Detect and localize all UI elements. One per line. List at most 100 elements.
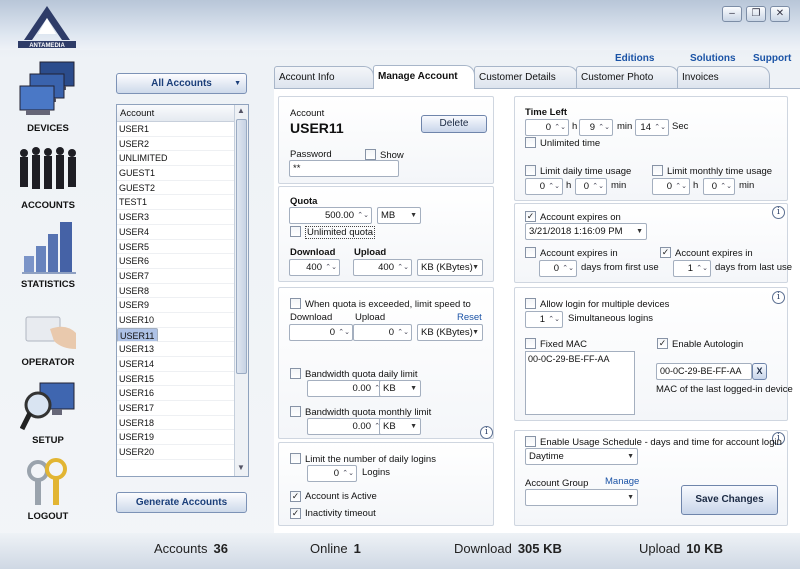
expires-on-checkbox[interactable]: ✓	[525, 211, 536, 222]
nav-setup[interactable]: SETUP	[8, 375, 88, 450]
expiry-date-picker[interactable]: 3/21/2018 1:16:09 PM ▼	[525, 223, 647, 240]
account-list-row[interactable]: USER11	[117, 327, 159, 343]
nav-logout[interactable]: LOGOUT	[8, 455, 88, 527]
nav-devices[interactable]: DEVICES	[8, 60, 88, 135]
fixed-mac-checkbox[interactable]	[525, 338, 536, 349]
tab-account-info[interactable]: Account Info	[274, 66, 374, 88]
stepper-icon[interactable]: ⌃⌄	[548, 312, 560, 327]
info-icon[interactable]: i	[772, 291, 785, 304]
unlimited-quota-checkbox[interactable]	[290, 226, 301, 237]
account-list[interactable]: Account USER1 USER2 UNLIMITED GUEST1 GUEST2 T…	[116, 104, 249, 477]
account-list-row[interactable]: USER8	[117, 284, 248, 299]
minutes-stepper[interactable]: 9 ⌃⌄	[579, 119, 613, 136]
stepper-icon[interactable]: ⌃⌄	[720, 179, 732, 194]
limit-unit-select[interactable]: KB (KBytes) ▼	[417, 324, 483, 341]
account-list-row[interactable]: USER9	[117, 298, 248, 313]
account-group-select[interactable]: ▼	[525, 489, 638, 506]
account-list-row[interactable]: USER3	[117, 210, 248, 225]
account-list-row[interactable]: USER15	[117, 372, 248, 387]
account-list-row[interactable]: USER2	[117, 137, 248, 152]
monthly-hours-stepper[interactable]: 0 ⌃⌄	[652, 178, 690, 195]
minimize-button[interactable]: –	[722, 6, 742, 22]
account-list-row[interactable]: USER7	[117, 269, 248, 284]
inactivity-timeout-checkbox[interactable]: ✓	[290, 508, 301, 519]
account-list-row[interactable]: USER4	[117, 225, 248, 240]
account-list-row[interactable]: USER10	[117, 313, 248, 328]
reset-link[interactable]: Reset	[457, 312, 482, 323]
account-list-row[interactable]: USER1	[117, 122, 248, 137]
daily-hours-stepper[interactable]: 0 ⌃⌄	[525, 178, 563, 195]
manage-link[interactable]: Manage	[605, 476, 639, 487]
expires-first-use-checkbox[interactable]	[525, 247, 536, 258]
account-list-row[interactable]: TEST1	[117, 195, 248, 211]
info-icon[interactable]: i	[480, 426, 493, 439]
autologin-checkbox[interactable]: ✓	[657, 338, 668, 349]
quota-value-stepper[interactable]: 500.00 ⌃⌄	[289, 207, 372, 224]
nav-accounts[interactable]: ACCOUNTS	[8, 145, 88, 215]
unlimited-time-checkbox[interactable]	[525, 137, 536, 148]
stepper-icon[interactable]: ⌃⌄	[342, 466, 354, 481]
monthly-time-checkbox[interactable]	[652, 165, 663, 176]
support-link[interactable]: Support	[753, 53, 791, 64]
mac-list[interactable]: 00-0C-29-BE-FF-AA	[525, 351, 635, 415]
last-use-days-stepper[interactable]: 1 ⌃⌄	[673, 260, 711, 277]
bw-monthly-stepper[interactable]: 0.00⌃⌄	[307, 418, 389, 435]
stepper-icon[interactable]: ⌃⌄	[562, 261, 574, 276]
accounts-filter-dropdown[interactable]: All Accounts ▼	[116, 73, 247, 94]
last-mac-field[interactable]: 00-0C-29-BE-FF-AA	[656, 363, 752, 380]
account-list-row[interactable]: USER16	[117, 386, 248, 402]
stepper-icon[interactable]: ⌃⌄	[397, 260, 409, 275]
account-list-row[interactable]: USER17	[117, 401, 248, 416]
account-list-row[interactable]: USER19	[117, 430, 248, 446]
bw-daily-unit-select[interactable]: KB ▼	[379, 380, 421, 397]
account-list-row[interactable]: USER18	[117, 416, 248, 431]
daily-minutes-stepper[interactable]: 0 ⌃⌄	[575, 178, 607, 195]
limit-logins-checkbox[interactable]	[290, 453, 301, 464]
tab-invoices[interactable]: Invoices	[677, 66, 770, 88]
stepper-icon[interactable]: ⌃⌄	[325, 260, 337, 275]
save-changes-button[interactable]: Save Changes	[681, 485, 778, 515]
simultaneous-stepper[interactable]: 1 ⌃⌄	[525, 311, 563, 328]
usage-schedule-checkbox[interactable]	[525, 436, 536, 447]
daily-time-checkbox[interactable]	[525, 165, 536, 176]
scroll-thumb[interactable]	[236, 119, 247, 374]
account-list-scrollbar[interactable]: ▲ ▼	[234, 105, 248, 476]
bw-daily-stepper[interactable]: 0.00⌃⌄	[307, 380, 389, 397]
account-list-header[interactable]: Account	[117, 105, 248, 122]
tab-customer-details[interactable]: Customer Details	[474, 66, 578, 88]
seconds-stepper[interactable]: 14 ⌃⌄	[635, 119, 669, 136]
nav-statistics[interactable]: STATISTICS	[8, 218, 88, 293]
nav-operator[interactable]: OPERATOR	[8, 305, 88, 370]
mac-list-item[interactable]: 00-0C-29-BE-FF-AA	[528, 354, 610, 364]
stepper-icon[interactable]: ⌃⌄	[598, 120, 610, 135]
generate-accounts-button[interactable]: Generate Accounts	[116, 492, 247, 513]
stepper-icon[interactable]: ⌃⌄	[654, 120, 666, 135]
maximize-button[interactable]: ❐	[746, 6, 766, 22]
info-icon[interactable]: i	[772, 206, 785, 219]
clear-mac-button[interactable]: X	[752, 363, 767, 380]
bw-daily-checkbox[interactable]	[290, 368, 301, 379]
hours-stepper[interactable]: 0 ⌃⌄	[525, 119, 569, 136]
tab-manage-account[interactable]: Manage Account	[373, 65, 475, 89]
stepper-icon[interactable]: ⌃⌄	[357, 208, 369, 223]
account-list-row[interactable]: USER5	[117, 240, 248, 255]
account-list-row[interactable]: GUEST1	[117, 166, 248, 181]
limit-download-stepper[interactable]: 0 ⌃⌄	[289, 324, 353, 341]
bw-monthly-checkbox[interactable]	[290, 406, 301, 417]
scroll-up-icon[interactable]: ▲	[237, 106, 245, 115]
stepper-icon[interactable]: ⌃⌄	[554, 120, 566, 135]
upload-stepper[interactable]: 400 ⌃⌄	[353, 259, 412, 276]
account-list-row[interactable]: GUEST2	[117, 181, 248, 196]
expires-last-use-checkbox[interactable]: ✓	[660, 247, 671, 258]
show-password-checkbox[interactable]	[365, 149, 376, 160]
stepper-icon[interactable]: ⌃⌄	[592, 179, 604, 194]
tab-customer-photo[interactable]: Customer Photo	[576, 66, 679, 88]
monthly-minutes-stepper[interactable]: 0 ⌃⌄	[703, 178, 735, 195]
stepper-icon[interactable]: ⌃⌄	[338, 325, 350, 340]
editions-link[interactable]: Editions	[615, 53, 654, 64]
account-list-row[interactable]: USER14	[117, 357, 248, 372]
download-stepper[interactable]: 400 ⌃⌄	[289, 259, 340, 276]
stepper-icon[interactable]: ⌃⌄	[397, 325, 409, 340]
limit-upload-stepper[interactable]: 0 ⌃⌄	[353, 324, 412, 341]
account-list-row[interactable]: USER13	[117, 342, 248, 357]
